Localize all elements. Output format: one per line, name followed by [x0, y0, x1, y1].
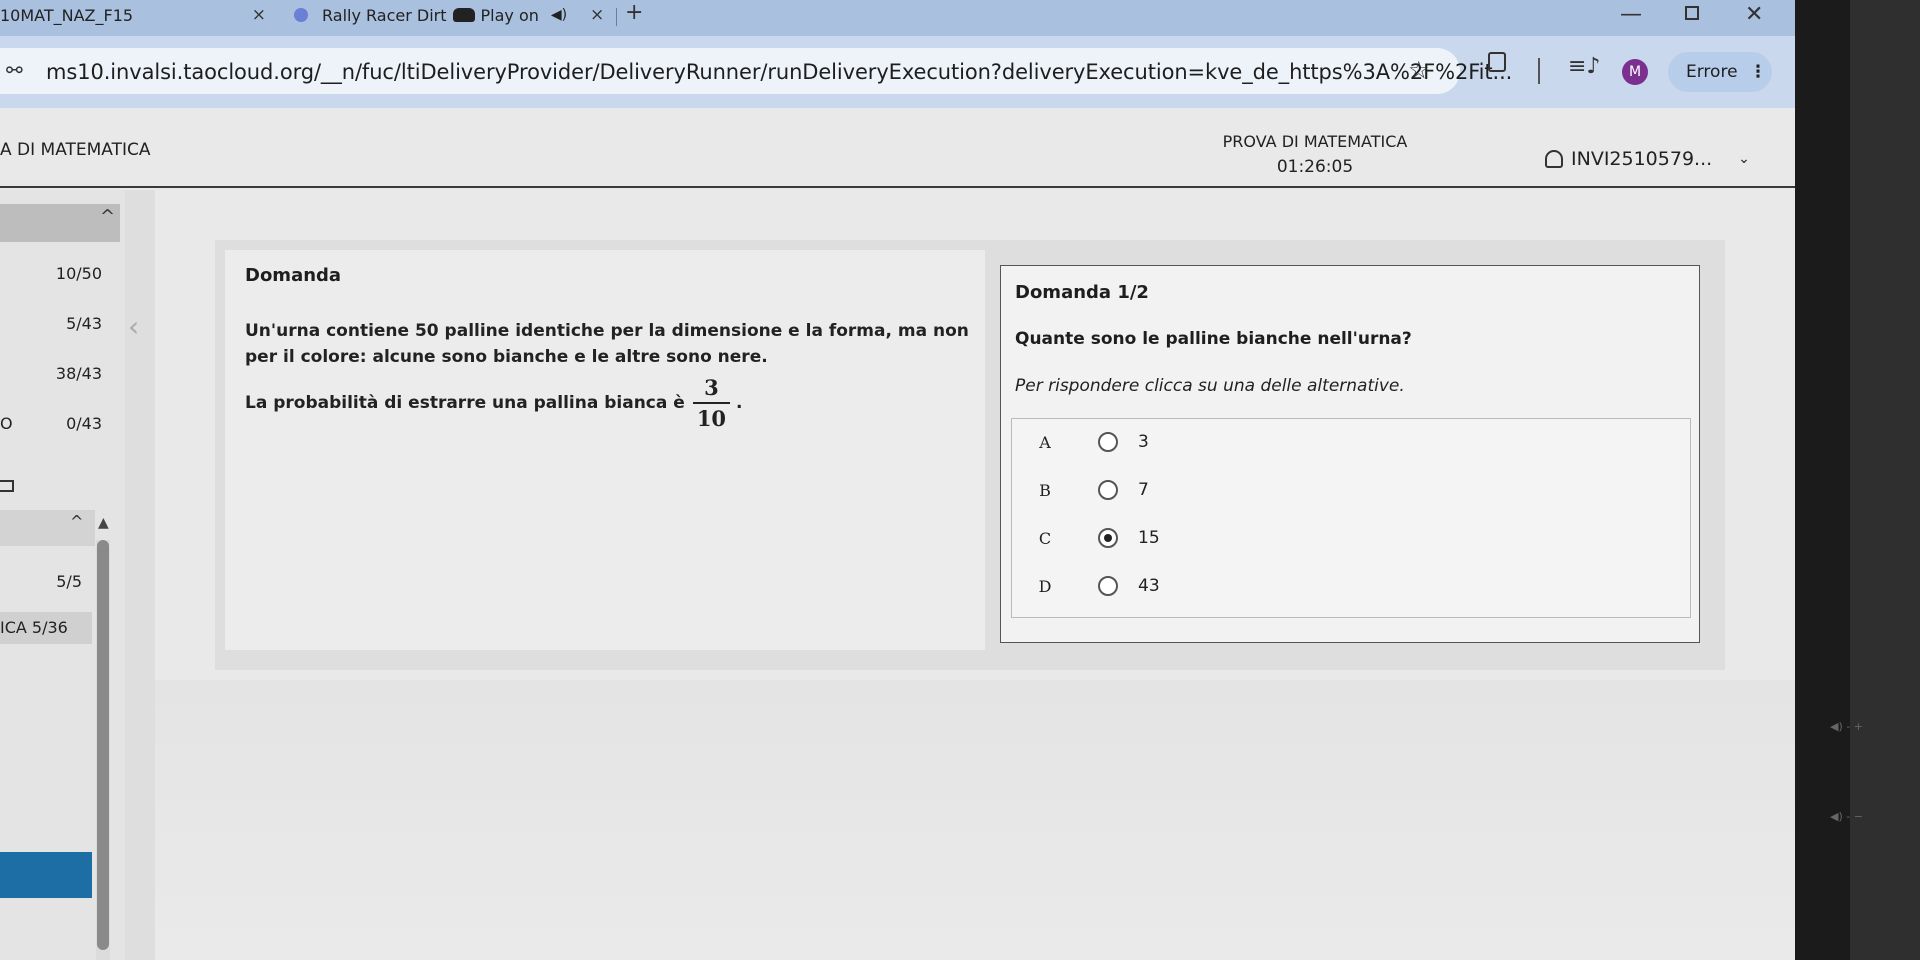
- test-title: A DI MATEMATICA: [0, 140, 151, 160]
- section-prefix: [0, 364, 30, 383]
- media-control-icon[interactable]: ≡♪: [1568, 54, 1600, 79]
- section-item[interactable]: O 0/43: [0, 414, 110, 433]
- audio-icon[interactable]: ◀): [551, 7, 567, 23]
- answer-panel: Domanda 1/2 Quante sono le palline bianc…: [1000, 265, 1700, 643]
- probability-statement: La probabilità di estrarre una pallina b…: [245, 375, 743, 431]
- choice-d[interactable]: D 43: [1012, 566, 1690, 606]
- chevron-down-icon: ⌄: [1738, 151, 1750, 167]
- browser-toolbar: ⚯ ms10.invalsi.taocloud.org/__n/fuc/ltiD…: [0, 36, 1795, 108]
- radio-button[interactable]: [1098, 576, 1118, 596]
- timer: 01:26:05: [1276, 157, 1354, 177]
- close-window-button[interactable]: ✕: [1745, 2, 1763, 27]
- choice-letter: C: [1038, 528, 1052, 548]
- section-progress: 5/43: [66, 314, 102, 333]
- section-progress: 38/43: [55, 364, 102, 383]
- radio-button[interactable]: [1098, 432, 1118, 452]
- stimulus-text: Un'urna contiene 50 palline identiche pe…: [245, 321, 969, 367]
- stimulus-heading: Domanda: [245, 265, 342, 286]
- radio-button[interactable]: [1098, 528, 1118, 548]
- user-id: INVI2510579...: [1571, 148, 1713, 170]
- section-progress: 10/50: [55, 264, 102, 283]
- item-content: Domanda Un'urna contiene 50 palline iden…: [215, 240, 1725, 670]
- empty-area: [155, 680, 1795, 960]
- section-progress: 5/5: [56, 572, 82, 591]
- address-bar[interactable]: ⚯ ms10.invalsi.taocloud.org/__n/fuc/ltiD…: [0, 48, 1512, 94]
- choice-letter: D: [1038, 576, 1052, 596]
- scrollbar-thumb[interactable]: [97, 540, 109, 950]
- radio-button[interactable]: [1098, 480, 1118, 500]
- profile-avatar[interactable]: M: [1622, 59, 1648, 85]
- question-stimulus: Domanda Un'urna contiene 50 palline iden…: [225, 250, 985, 650]
- volume-control-icon: ◀) ‑ +: [1830, 720, 1863, 733]
- extensions-icon[interactable]: [1488, 52, 1506, 72]
- choice-value: 43: [1138, 576, 1160, 596]
- section-item[interactable]: 5/43: [0, 314, 110, 333]
- choice-a[interactable]: A 3: [1012, 422, 1690, 462]
- fraction-bar: [692, 402, 731, 404]
- toolbar-separator: [1538, 58, 1540, 84]
- active-marker: [0, 852, 92, 898]
- choice-letter: B: [1039, 480, 1051, 500]
- section-item[interactable]: 10/50: [0, 264, 110, 283]
- tab-title-suffix: Play on: [480, 5, 539, 25]
- chevron-up-icon: ^: [100, 206, 116, 227]
- tab-favicon-icon: [294, 8, 308, 22]
- fraction: 3 10: [692, 375, 731, 431]
- game-icon: [452, 8, 475, 22]
- navigation-sidebar: ^ 10/50 5/43 38/43 O 0/43 ^ 5/5 ICA 5/36…: [0, 190, 155, 960]
- prova-title: PROVA DI MATEMATICA: [1222, 132, 1408, 151]
- error-label: Errore: [1686, 62, 1738, 82]
- url-text[interactable]: ms10.invalsi.taocloud.org/__n/fuc/ltiDel…: [46, 60, 1512, 84]
- section-prefix: [0, 264, 30, 283]
- question-counter: Domanda 1/2: [1015, 282, 1149, 303]
- section-collapse-button[interactable]: ^: [0, 510, 95, 546]
- choice-list: A 3 B 7 C 15 D 43: [1011, 418, 1691, 618]
- new-tab-button[interactable]: +: [625, 0, 643, 25]
- user-icon: [1545, 150, 1563, 168]
- choice-letter: A: [1039, 432, 1051, 452]
- error-menu-button[interactable]: Errore ⋮: [1668, 52, 1772, 92]
- sidebar-rail: [125, 190, 155, 960]
- tab-close-icon[interactable]: ×: [590, 5, 604, 25]
- section-progress: 0/43: [66, 414, 102, 433]
- screen: 10MAT_NAZ_F15 × Rally Racer Dirt Play on…: [0, 0, 1795, 960]
- site-info-icon[interactable]: ⚯: [6, 58, 23, 82]
- question-prompt: Quante sono le palline bianche nell'urna…: [1015, 329, 1412, 349]
- tab-divider: [616, 8, 617, 26]
- tab-close-icon[interactable]: ×: [252, 5, 266, 25]
- choice-b[interactable]: B 7: [1012, 470, 1690, 510]
- choice-c[interactable]: C 15: [1012, 518, 1690, 558]
- section-item[interactable]: 38/43: [0, 364, 110, 383]
- tab-test[interactable]: 10MAT_NAZ_F15 ×: [0, 0, 290, 30]
- section-prefix: [0, 314, 30, 333]
- browser-tab-strip: 10MAT_NAZ_F15 × Rally Racer Dirt Play on…: [0, 0, 1795, 36]
- volume-control-icon: ◀) ‑ −: [1830, 810, 1863, 823]
- sentence-end: .: [736, 393, 743, 413]
- section-prefix: O: [0, 414, 13, 433]
- section-item[interactable]: 5/5: [0, 572, 90, 591]
- fraction-denominator: 10: [696, 406, 727, 431]
- test-info: PROVA DI MATEMATICA 01:26:05: [1195, 132, 1435, 177]
- probability-text: La probabilità di estrarre una pallina b…: [245, 393, 685, 413]
- instruction-text: Per rispondere clicca su una delle alter…: [1015, 376, 1405, 396]
- test-header: A DI MATEMATICA PROVA DI MATEMATICA 01:2…: [0, 108, 1795, 188]
- scroll-up-arrow-icon[interactable]: ▲: [98, 515, 109, 531]
- active-section-item[interactable]: ICA 5/36: [0, 612, 92, 644]
- user-menu[interactable]: INVI2510579... ⌄: [1545, 148, 1750, 170]
- bookmark-star-icon[interactable]: ☆: [1408, 56, 1430, 84]
- choice-value: 15: [1138, 528, 1160, 548]
- previous-arrow-icon[interactable]: ‹: [128, 310, 139, 343]
- tab-title: Rally Racer Dirt: [322, 5, 447, 25]
- minimize-button[interactable]: —: [1620, 2, 1642, 27]
- choice-value: 7: [1138, 480, 1149, 500]
- chevron-up-icon: ^: [70, 512, 84, 531]
- flag-icon[interactable]: [0, 480, 14, 492]
- fraction-numerator: 3: [704, 375, 719, 400]
- tab-game[interactable]: Rally Racer Dirt Play on ◀) ×: [290, 0, 630, 30]
- restore-button[interactable]: [1685, 6, 1699, 20]
- choice-value: 3: [1138, 432, 1149, 452]
- section-collapse-button[interactable]: ^: [0, 204, 120, 242]
- tab-title: 10MAT_NAZ_F15: [0, 5, 134, 25]
- kebab-menu-icon: ⋮: [1749, 62, 1767, 82]
